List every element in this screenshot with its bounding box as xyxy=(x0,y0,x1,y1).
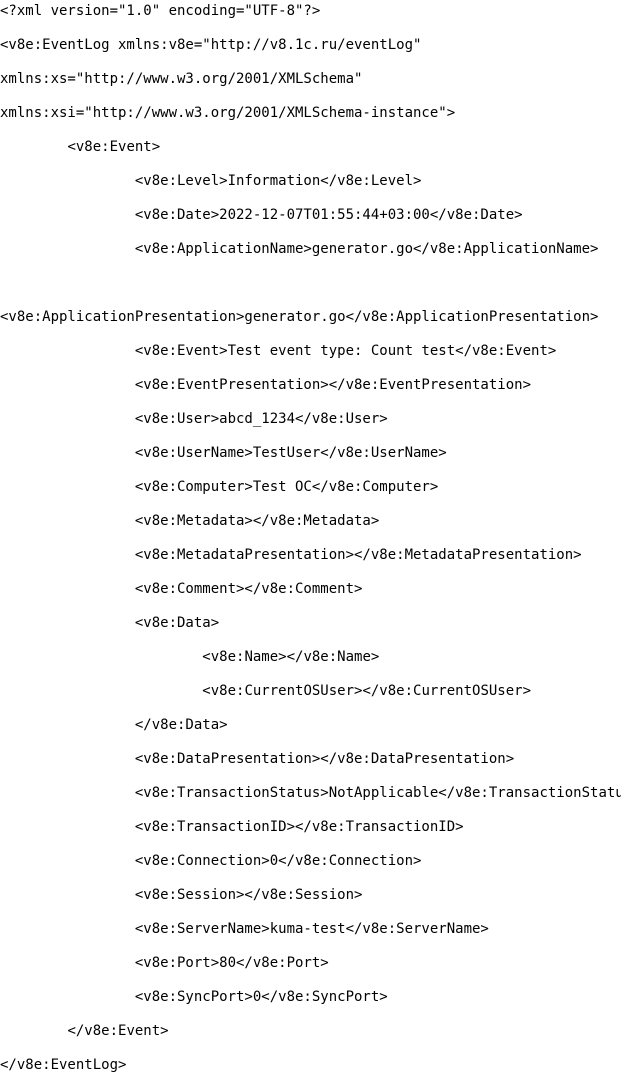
xml-line: </v8e:Data> xyxy=(0,717,228,733)
xml-line: <v8e:TransactionStatus>NotApplicable</v8… xyxy=(0,785,621,801)
xml-line: <v8e:EventLog xmlns:v8e="http://v8.1c.ru… xyxy=(0,37,422,53)
xml-line: <v8e:Session></v8e:Session> xyxy=(0,887,363,903)
xml-line: <v8e:Event> xyxy=(0,139,161,155)
xml-line: <v8e:User>abcd_1234</v8e:User> xyxy=(0,411,388,427)
xml-line: <v8e:Name></v8e:Name> xyxy=(0,649,380,665)
xml-line: </v8e:Event> xyxy=(0,1023,169,1039)
xml-line: <v8e:SyncPort>0</v8e:SyncPort> xyxy=(0,989,388,1005)
xml-line: <v8e:EventPresentation></v8e:EventPresen… xyxy=(0,377,532,393)
xml-line: <v8e:Comment></v8e:Comment> xyxy=(0,581,363,597)
xml-line: <v8e:MetadataPresentation></v8e:Metadata… xyxy=(0,547,582,563)
xml-line: <v8e:UserName>TestUser</v8e:UserName> xyxy=(0,445,447,461)
xml-line: <v8e:TransactionID></v8e:TransactionID> xyxy=(0,819,464,835)
xml-line: <v8e:Event>Test event type: Count test</… xyxy=(0,343,557,359)
xml-line: <v8e:Computer>Test ОС</v8e:Computer> xyxy=(0,479,439,495)
xml-line: <v8e:Level>Information</v8e:Level> xyxy=(0,173,422,189)
xml-line: <v8e:Connection>0</v8e:Connection> xyxy=(0,853,422,869)
xml-line: <v8e:Date>2022-12-07T01:55:44+03:00</v8e… xyxy=(0,207,523,223)
xml-line: <v8e:ApplicationPresentation>generator.g… xyxy=(0,309,599,325)
xml-line: <v8e:ServerName>kuma-test</v8e:ServerNam… xyxy=(0,921,489,937)
xml-line: <?xml version="1.0" encoding="UTF-8"?> xyxy=(0,3,321,19)
xml-line: <v8e:Metadata></v8e:Metadata> xyxy=(0,513,380,529)
xml-line: <v8e:DataPresentation></v8e:DataPresenta… xyxy=(0,751,515,767)
xml-line: <v8e:CurrentOSUser></v8e:CurrentOSUser> xyxy=(0,683,532,699)
xml-line: <v8e:Data> xyxy=(0,615,220,631)
xml-line xyxy=(0,275,621,292)
xml-line: xmlns:xs="http://www.w3.org/2001/XMLSche… xyxy=(0,71,363,87)
xml-line: <v8e:Port>80</v8e:Port> xyxy=(0,955,329,971)
xml-document-body[interactable]: <?xml version="1.0" encoding="UTF-8"?> <… xyxy=(0,0,621,1074)
xml-line: </v8e:EventLog> xyxy=(0,1057,127,1073)
xml-line: xmlns:xsi="http://www.w3.org/2001/XMLSch… xyxy=(0,105,456,121)
xml-line: <v8e:ApplicationName>generator.go</v8e:A… xyxy=(0,241,599,257)
